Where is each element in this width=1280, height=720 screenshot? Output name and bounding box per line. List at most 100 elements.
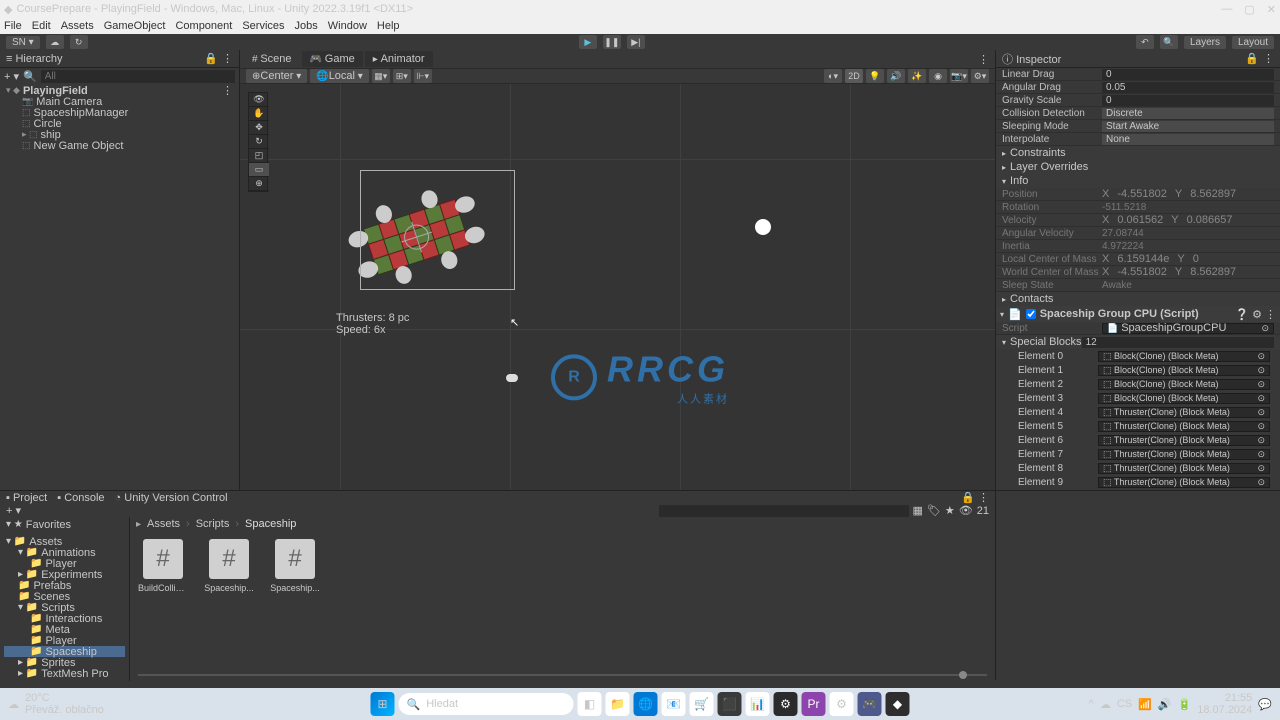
menu-gameobject[interactable]: GameObject xyxy=(104,20,166,32)
folder-item[interactable]: 📁 Player xyxy=(4,635,125,646)
sleeping-mode-dropdown[interactable]: Start Awake xyxy=(1102,121,1274,132)
scene-vis-icon[interactable]: ◉ xyxy=(929,69,947,83)
pivot-dropdown[interactable]: ⊕Center ▾ xyxy=(246,69,307,83)
menu-component[interactable]: Component xyxy=(175,20,232,32)
app-icon[interactable]: 📧 xyxy=(662,692,686,716)
lighting-toggle-icon[interactable]: 💡 xyxy=(866,69,884,83)
scene-row[interactable]: ▾ ◆PlayingField⋮ xyxy=(4,85,235,96)
search-by-type-icon[interactable]: ▦ xyxy=(913,504,923,517)
hierarchy-item[interactable]: 📷Main Camera xyxy=(4,96,235,107)
info-foldout[interactable]: Info xyxy=(1010,175,1028,187)
menu-assets[interactable]: Assets xyxy=(61,20,94,32)
folder-item[interactable]: ▾ 📁 Scripts xyxy=(4,602,125,613)
close-button[interactable]: ✕ xyxy=(1267,3,1276,16)
app-icon[interactable]: 🛒 xyxy=(690,692,714,716)
scene-more-icon[interactable]: ⋮ xyxy=(222,84,233,97)
asset-item[interactable]: #Spaceship... xyxy=(204,539,254,593)
step-button[interactable]: ▶| xyxy=(627,35,645,49)
folder-item[interactable]: 📁 Interactions xyxy=(4,613,125,624)
fx-toggle-icon[interactable]: ✨ xyxy=(908,69,926,83)
hierarchy-item[interactable]: ⬚SpaceshipManager xyxy=(4,107,235,118)
folder-item[interactable]: 📁 Prefabs xyxy=(4,580,125,591)
tab-scene[interactable]: # Scene xyxy=(244,51,300,67)
grid-toggle-icon[interactable]: ▦▾ xyxy=(372,69,390,83)
cloud-sprite[interactable] xyxy=(506,374,518,382)
folder-item[interactable]: ▾ 📁 Assets xyxy=(4,536,125,547)
element-object-field[interactable]: ⬚ Thruster(Clone) (Block Meta)⊙ xyxy=(1098,407,1270,418)
tab-project[interactable]: ▪ Project xyxy=(6,492,47,504)
element-object-field[interactable]: ⬚ Thruster(Clone) (Block Meta)⊙ xyxy=(1098,477,1270,488)
hierarchy-item[interactable]: ⬚New Game Object xyxy=(4,140,235,151)
tab-version-control[interactable]: ◔ Unity Version Control xyxy=(115,492,228,504)
layers-dropdown[interactable]: Layers xyxy=(1184,36,1226,49)
app-icon[interactable]: ⚙ xyxy=(830,692,854,716)
angular-drag-field[interactable]: 0.05 xyxy=(1102,82,1274,93)
tray-wifi-icon[interactable]: 📶 xyxy=(1138,698,1152,711)
spaceship-cpu-component[interactable]: ▾📄Spaceship Group CPU (Script)❔ ⚙ ⋮ xyxy=(996,306,1280,322)
linear-drag-field[interactable]: 0 xyxy=(1102,69,1274,80)
app-icon[interactable]: 📁 xyxy=(606,692,630,716)
layout-dropdown[interactable]: Layout xyxy=(1232,36,1274,49)
hierarchy-more-icon[interactable]: ⋮ xyxy=(222,52,233,65)
app-icon[interactable]: ⚙ xyxy=(774,692,798,716)
minimize-button[interactable]: — xyxy=(1221,3,1232,16)
element-object-field[interactable]: ⬚ Block(Clone) (Block Meta)⊙ xyxy=(1098,379,1270,390)
list-count-field[interactable]: 12 xyxy=(1082,337,1274,348)
taskbar-search[interactable]: 🔍Hledat xyxy=(399,693,574,715)
app-icon[interactable]: ⬛ xyxy=(718,692,742,716)
gravity-scale-field[interactable]: 0 xyxy=(1102,95,1274,106)
inspector-lock-icon[interactable]: 🔒 xyxy=(1245,52,1259,65)
snap-icon[interactable]: ⊞▾ xyxy=(393,69,411,83)
tab-animator[interactable]: ▸ Animator xyxy=(365,51,433,67)
contacts-foldout[interactable]: Contacts xyxy=(1010,293,1053,305)
constraints-foldout[interactable]: Constraints xyxy=(1010,147,1066,159)
scene-view[interactable]: 👁 ✋ ✥ ↻ ◰ ▭ ⊕ xyxy=(240,84,995,490)
hierarchy-tab[interactable]: ≡ Hierarchy xyxy=(6,53,63,65)
tray-language[interactable]: CS xyxy=(1117,698,1132,710)
tray-notifications-icon[interactable]: 💬 xyxy=(1258,698,1272,711)
start-button[interactable]: ⊞ xyxy=(371,692,395,716)
audio-toggle-icon[interactable]: 🔊 xyxy=(887,69,905,83)
gizmos-dropdown[interactable]: ⚙▾ xyxy=(971,69,989,83)
hierarchy-search-input[interactable] xyxy=(41,70,235,83)
element-object-field[interactable]: ⬚ Thruster(Clone) (Block Meta)⊙ xyxy=(1098,421,1270,432)
tray-chevron-icon[interactable]: ^ xyxy=(1089,698,1094,710)
inspector-tab[interactable]: ⓘ Inspector xyxy=(1002,51,1061,67)
folder-item[interactable]: ▸ 📁 Sprites xyxy=(4,657,125,668)
increment-snap-icon[interactable]: ⊩▾ xyxy=(414,69,432,83)
draw-mode-icon[interactable]: ◐▾ xyxy=(824,69,842,83)
tray-clock[interactable]: 21:5518.07.2024 xyxy=(1197,692,1252,716)
circle-object[interactable] xyxy=(755,219,771,235)
play-button[interactable]: ▶ xyxy=(579,35,597,49)
hierarchy-item[interactable]: ⬚Circle xyxy=(4,118,235,129)
element-object-field[interactable]: ⬚ Thruster(Clone) (Block Meta)⊙ xyxy=(1098,463,1270,474)
app-icon[interactable]: Pr xyxy=(802,692,826,716)
space-dropdown[interactable]: 🌐Local ▾ xyxy=(310,69,369,83)
tray-battery-icon[interactable]: 🔋 xyxy=(1178,698,1192,711)
project-lock-icon[interactable]: 🔒 ⋮ xyxy=(961,491,989,504)
tabs-more-icon[interactable]: ⋮ xyxy=(978,53,995,66)
favorites-folder[interactable]: ▾ ★ Favorites xyxy=(4,519,125,530)
scale-tool-icon[interactable]: ◰ xyxy=(249,149,269,163)
account-dropdown[interactable]: SN ▾ xyxy=(6,36,40,49)
element-object-field[interactable]: ⬚ Thruster(Clone) (Block Meta)⊙ xyxy=(1098,449,1270,460)
folder-item-selected[interactable]: 📁 Spaceship xyxy=(4,646,125,657)
selection-gizmo[interactable] xyxy=(360,170,515,290)
transform-tool-icon[interactable]: ⊕ xyxy=(249,177,269,191)
hand-tool-icon[interactable]: ✋ xyxy=(249,107,269,121)
interpolate-dropdown[interactable]: None xyxy=(1102,134,1274,145)
folder-item[interactable]: 📁 Player xyxy=(4,558,125,569)
hierarchy-item[interactable]: ▸ ⬚ship xyxy=(4,129,235,140)
folder-item[interactable]: 📁 Meta xyxy=(4,624,125,635)
app-icon[interactable]: 🎮 xyxy=(858,692,882,716)
element-object-field[interactable]: ⬚ Block(Clone) (Block Meta)⊙ xyxy=(1098,365,1270,376)
collision-detection-dropdown[interactable]: Discrete xyxy=(1102,108,1274,119)
view-tool-icon[interactable]: 👁 xyxy=(249,93,269,107)
element-object-field[interactable]: ⬚ Block(Clone) (Block Meta)⊙ xyxy=(1098,393,1270,404)
pause-button[interactable]: ❚❚ xyxy=(603,35,621,49)
menu-window[interactable]: Window xyxy=(328,20,367,32)
app-icon[interactable]: 📊 xyxy=(746,692,770,716)
cloud-icon[interactable]: ☁ xyxy=(46,35,64,49)
asset-item[interactable]: #BuildCollisi... xyxy=(138,539,188,593)
hierarchy-lock-icon[interactable]: 🔒 xyxy=(204,52,218,65)
